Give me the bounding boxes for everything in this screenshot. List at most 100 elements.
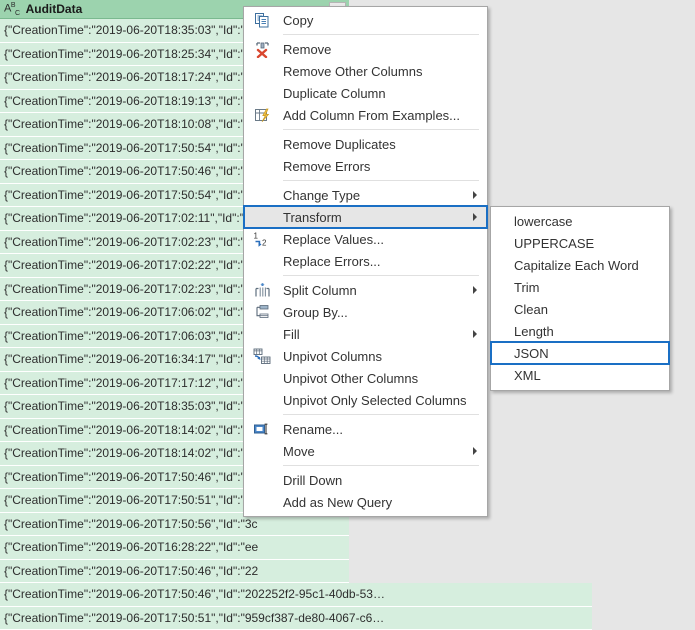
submenu-item-uppercase[interactable]: UPPERCASE [491, 232, 669, 254]
table-cell-auditdata: {"CreationTime":"2019-06-20T16:34:17","I… [4, 352, 258, 366]
menu-item-unpivot-only-selected-columns[interactable]: Unpivot Only Selected Columns [244, 389, 487, 411]
submenu-item-label: Length [514, 324, 554, 339]
submenu-item-length[interactable]: Length [491, 320, 669, 342]
table-cell-auditdata: {"CreationTime":"2019-06-20T17:50:46","I… [4, 470, 258, 484]
menu-item-unpivot-other-columns[interactable]: Unpivot Other Columns [244, 367, 487, 389]
menu-item-add-column-from-examples[interactable]: Add Column From Examples... [244, 104, 487, 126]
table-row[interactable]: {"CreationTime":"2019-06-20T17:50:51","I… [0, 607, 592, 630]
menu-item-replace-errors[interactable]: Replace Errors... [244, 250, 487, 272]
menu-item-no-icon [251, 471, 273, 489]
submenu-item-lowercase[interactable]: lowercase [491, 210, 669, 232]
table-cell-auditdata: {"CreationTime":"2019-06-20T17:50:54","I… [4, 141, 258, 155]
submenu-item-xml[interactable]: XML [491, 364, 669, 386]
table-cell-auditdata: {"CreationTime":"2019-06-20T18:35:03","I… [4, 399, 258, 413]
menu-item-duplicate-column[interactable]: Duplicate Column [244, 82, 487, 104]
menu-item-no-icon [251, 135, 273, 153]
table-row[interactable]: {"CreationTime":"2019-06-20T17:50:46","I… [0, 560, 349, 584]
menu-item-label: Remove Duplicates [283, 137, 396, 152]
menu-item-label: Fill [283, 327, 300, 342]
table-cell-auditdata: {"CreationTime":"2019-06-20T17:50:51","I… [4, 493, 258, 507]
menu-item-remove-duplicates[interactable]: Remove Duplicates [244, 133, 487, 155]
menu-item-label: Add as New Query [283, 495, 392, 510]
replace-values-icon: 12 [251, 230, 273, 248]
table-cell-auditdata: {"CreationTime":"2019-06-20T17:06:02","I… [4, 305, 258, 319]
menu-item-change-type[interactable]: Change Type [244, 184, 487, 206]
table-cell-auditdata: {"CreationTime":"2019-06-20T18:35:03","I… [4, 23, 258, 37]
menu-item-split-column[interactable]: Split Column [244, 279, 487, 301]
menu-item-label: Transform [283, 210, 342, 225]
rename-icon [251, 420, 273, 438]
menu-separator [283, 129, 479, 130]
menu-item-label: Remove Errors [283, 159, 370, 174]
column-context-menu: Copy Remove Remove Other Columns Duplicate … [243, 6, 488, 517]
menu-item-add-as-new-query[interactable]: Add as New Query [244, 491, 487, 513]
menu-item-group-by[interactable]: Group By... [244, 301, 487, 323]
menu-item-no-icon [251, 369, 273, 387]
menu-item-label: Add Column From Examples... [283, 108, 460, 123]
svg-text:1: 1 [254, 231, 259, 240]
menu-item-label: Duplicate Column [283, 86, 386, 101]
submenu-item-json[interactable]: JSON [491, 342, 669, 364]
menu-item-no-icon [251, 84, 273, 102]
submenu-item-trim[interactable]: Trim [491, 276, 669, 298]
menu-item-label: Remove Other Columns [283, 64, 422, 79]
group-by-icon [251, 303, 273, 321]
submenu-chevron-right-icon [473, 330, 477, 338]
table-cell-auditdata: {"CreationTime":"2019-06-20T17:50:51","I… [4, 611, 384, 625]
table-cell-auditdata: {"CreationTime":"2019-06-20T18:25:34","I… [4, 47, 258, 61]
table-cell-auditdata: {"CreationTime":"2019-06-20T17:02:11","I… [4, 211, 257, 225]
menu-separator [283, 465, 479, 466]
table-cell-auditdata: {"CreationTime":"2019-06-20T18:14:02","I… [4, 423, 258, 437]
table-cell-auditdata: {"CreationTime":"2019-06-20T17:50:46","I… [4, 587, 385, 601]
table-cell-auditdata: {"CreationTime":"2019-06-20T17:50:56","I… [4, 517, 258, 531]
menu-item-no-icon [251, 62, 273, 80]
table-cell-auditdata: {"CreationTime":"2019-06-20T18:14:02","I… [4, 446, 258, 460]
menu-item-unpivot-columns[interactable]: Unpivot Columns [244, 345, 487, 367]
table-cell-auditdata: {"CreationTime":"2019-06-20T16:28:22","I… [4, 540, 258, 554]
menu-item-no-icon [251, 325, 273, 343]
menu-item-remove[interactable]: Remove [244, 38, 487, 60]
submenu-item-capitalize-each-word[interactable]: Capitalize Each Word [491, 254, 669, 276]
menu-item-rename[interactable]: Rename... [244, 418, 487, 440]
table-row[interactable]: {"CreationTime":"2019-06-20T17:50:46","I… [0, 583, 592, 607]
menu-item-label: Copy [283, 13, 313, 28]
submenu-item-label: XML [514, 368, 541, 383]
submenu-item-label: Capitalize Each Word [514, 258, 639, 273]
menu-item-label: Split Column [283, 283, 357, 298]
menu-item-move[interactable]: Move [244, 440, 487, 462]
menu-item-drill-down[interactable]: Drill Down [244, 469, 487, 491]
menu-separator [283, 414, 479, 415]
menu-item-label: Unpivot Only Selected Columns [283, 393, 467, 408]
table-cell-auditdata: {"CreationTime":"2019-06-20T17:06:03","I… [4, 329, 262, 343]
submenu-chevron-right-icon [473, 286, 477, 294]
submenu-chevron-right-icon [473, 447, 477, 455]
table-cell-auditdata: {"CreationTime":"2019-06-20T18:17:24","I… [4, 70, 258, 84]
menu-item-label: Change Type [283, 188, 360, 203]
menu-item-no-icon [251, 493, 273, 511]
column-header-label: AuditData [26, 2, 83, 16]
menu-item-replace-values[interactable]: 12 Replace Values... [244, 228, 487, 250]
remove-column-icon [251, 40, 273, 58]
table-row[interactable]: {"CreationTime":"2019-06-20T16:28:22","I… [0, 536, 349, 560]
table-cell-auditdata: {"CreationTime":"2019-06-20T17:50:46","I… [4, 564, 258, 578]
table-cell-auditdata: {"CreationTime":"2019-06-20T17:17:12","I… [4, 376, 258, 390]
menu-item-label: Replace Errors... [283, 254, 381, 269]
table-cell-auditdata: {"CreationTime":"2019-06-20T17:02:22","I… [4, 258, 258, 272]
menu-item-fill[interactable]: Fill [244, 323, 487, 345]
menu-item-no-icon [251, 442, 273, 460]
menu-item-transform[interactable]: Transform [244, 206, 487, 228]
menu-item-remove-errors[interactable]: Remove Errors [244, 155, 487, 177]
split-column-icon [251, 281, 273, 299]
menu-item-label: Replace Values... [283, 232, 384, 247]
menu-item-copy[interactable]: Copy [244, 9, 487, 31]
menu-item-label: Drill Down [283, 473, 342, 488]
submenu-item-label: JSON [514, 346, 549, 361]
table-cell-auditdata: {"CreationTime":"2019-06-20T17:02:23","I… [4, 282, 258, 296]
menu-item-label: Group By... [283, 305, 348, 320]
menu-item-no-icon [251, 186, 273, 204]
menu-item-remove-other-columns[interactable]: Remove Other Columns [244, 60, 487, 82]
submenu-item-clean[interactable]: Clean [491, 298, 669, 320]
submenu-chevron-right-icon [473, 191, 477, 199]
menu-item-label: Remove [283, 42, 331, 57]
unpivot-columns-icon [251, 347, 273, 365]
